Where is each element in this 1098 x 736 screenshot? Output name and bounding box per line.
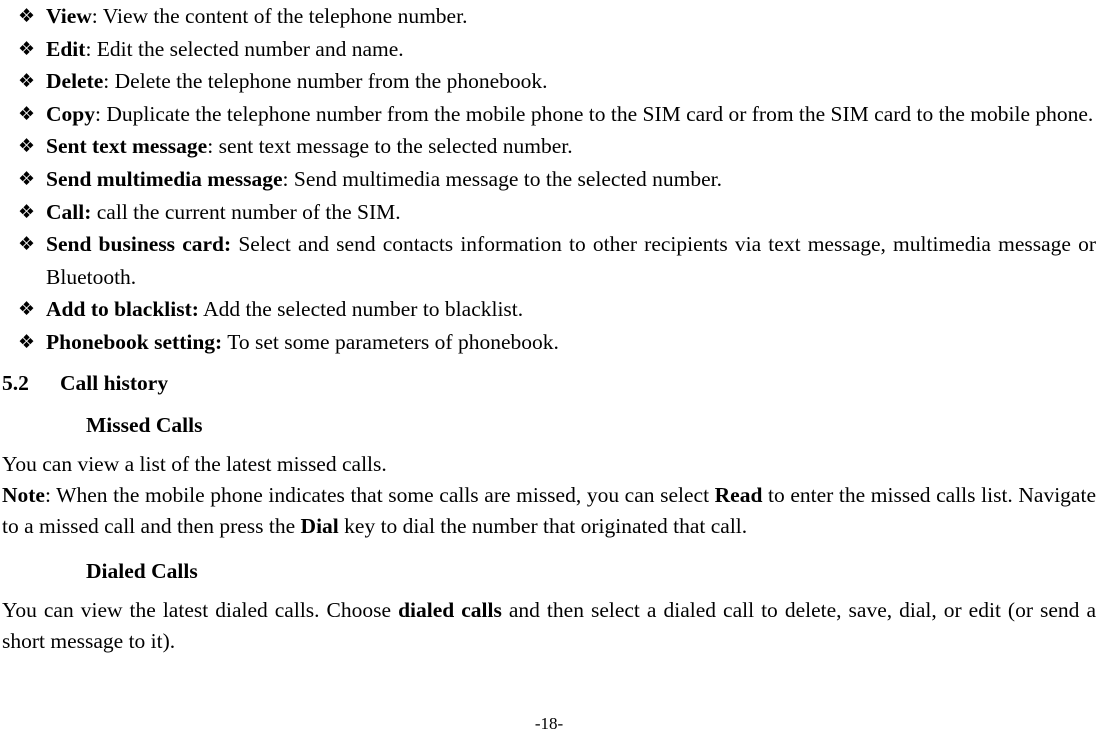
list-item-term: Add to blacklist: [46, 297, 199, 322]
list-item-term: Send multimedia message [46, 166, 283, 191]
list-item: ❖ Delete: Delete the telephone number fr… [0, 65, 1098, 98]
diamond-bullet-icon: ❖ [18, 298, 36, 321]
diamond-bullet-icon: ❖ [18, 233, 36, 256]
list-item: ❖ Edit: Edit the selected number and nam… [0, 33, 1098, 66]
dialed-part1: You can view the latest dialed calls. Ch… [2, 597, 399, 622]
section-heading-call-history: 5.2 Call history [0, 371, 1098, 396]
list-item-sep: : [91, 4, 103, 28]
document-page: ❖ View: View the content of the telephon… [0, 0, 1098, 736]
note-bold-dial: Dial [300, 513, 339, 538]
list-item-term: Call: [46, 199, 92, 224]
list-item-text: call the current number of the SIM. [96, 199, 401, 224]
list-item: ❖ View: View the content of the telephon… [0, 0, 1098, 33]
list-item-text: Delete the telephone number from the pho… [114, 69, 548, 94]
section-title: Call history [60, 370, 169, 395]
phonebook-options-list: ❖ View: View the content of the telephon… [0, 0, 1098, 359]
list-item-term: Send business card: [46, 232, 232, 257]
list-item-sep: : [282, 166, 294, 191]
list-item-term: View [46, 4, 92, 28]
list-item-sep: : [103, 69, 115, 94]
note-part1: : When the mobile phone indicates that s… [44, 482, 715, 507]
list-item: ❖ Sent text message: sent text message t… [0, 130, 1098, 163]
list-item-text: View the content of the telephone number… [102, 4, 468, 28]
dialed-bold-term: dialed calls [398, 597, 502, 622]
list-item: ❖ Phonebook setting: To set some paramet… [0, 326, 1098, 359]
list-item-text: Edit the selected number and name. [96, 36, 404, 61]
dialed-calls-paragraph: You can view the latest dialed calls. Ch… [0, 595, 1098, 657]
list-item-text: sent text message to the selected number… [218, 134, 573, 159]
list-item: ❖ Call: call the current number of the S… [0, 196, 1098, 229]
list-item-text: To set some parameters of phonebook. [227, 329, 559, 354]
diamond-bullet-icon: ❖ [18, 200, 36, 223]
list-item: ❖ Send multimedia message: Send multimed… [0, 163, 1098, 196]
missed-calls-text: You can view a list of the latest missed… [2, 451, 387, 476]
subheading-missed-calls: Missed Calls [86, 412, 203, 437]
list-item-term: Sent text message [46, 134, 208, 159]
list-item-term: Phonebook setting: [46, 329, 223, 354]
note-bold-read: Read [714, 482, 763, 507]
missed-calls-note: Note: When the mobile phone indicates th… [0, 480, 1098, 542]
list-item-text: Duplicate the telephone number from the … [106, 101, 1094, 126]
list-item: ❖ Add to blacklist: Add the selected num… [0, 293, 1098, 326]
note-part3: key to dial the number that originated t… [338, 513, 748, 538]
diamond-bullet-icon: ❖ [18, 37, 36, 60]
list-item-sep: : [94, 101, 107, 126]
list-item: ❖ Copy: Duplicate the telephone number f… [0, 98, 1098, 131]
page-number: -18- [534, 714, 564, 733]
page-footer: -18- [0, 714, 1098, 734]
diamond-bullet-icon: ❖ [18, 102, 36, 125]
list-item-term: Delete [46, 69, 104, 94]
diamond-bullet-icon: ❖ [18, 330, 36, 353]
list-item: ❖ Send business card: Select and send co… [0, 228, 1098, 293]
diamond-bullet-icon: ❖ [18, 70, 36, 93]
section-number: 5.2 [2, 370, 29, 395]
subheading-dialed-calls: Dialed Calls [86, 558, 198, 583]
list-item-sep: : [85, 36, 97, 61]
list-item-term: Edit [46, 36, 86, 61]
list-item-sep: : [207, 134, 219, 159]
list-item-text: Send multimedia message to the selected … [293, 166, 722, 191]
diamond-bullet-icon: ❖ [18, 5, 36, 27]
diamond-bullet-icon: ❖ [18, 135, 36, 158]
note-label: Note [2, 482, 45, 507]
list-item-text: Add the selected number to blacklist. [203, 297, 524, 322]
missed-calls-paragraph: You can view a list of the latest missed… [0, 449, 1098, 480]
list-item-term: Copy [46, 101, 95, 126]
diamond-bullet-icon: ❖ [18, 167, 36, 190]
